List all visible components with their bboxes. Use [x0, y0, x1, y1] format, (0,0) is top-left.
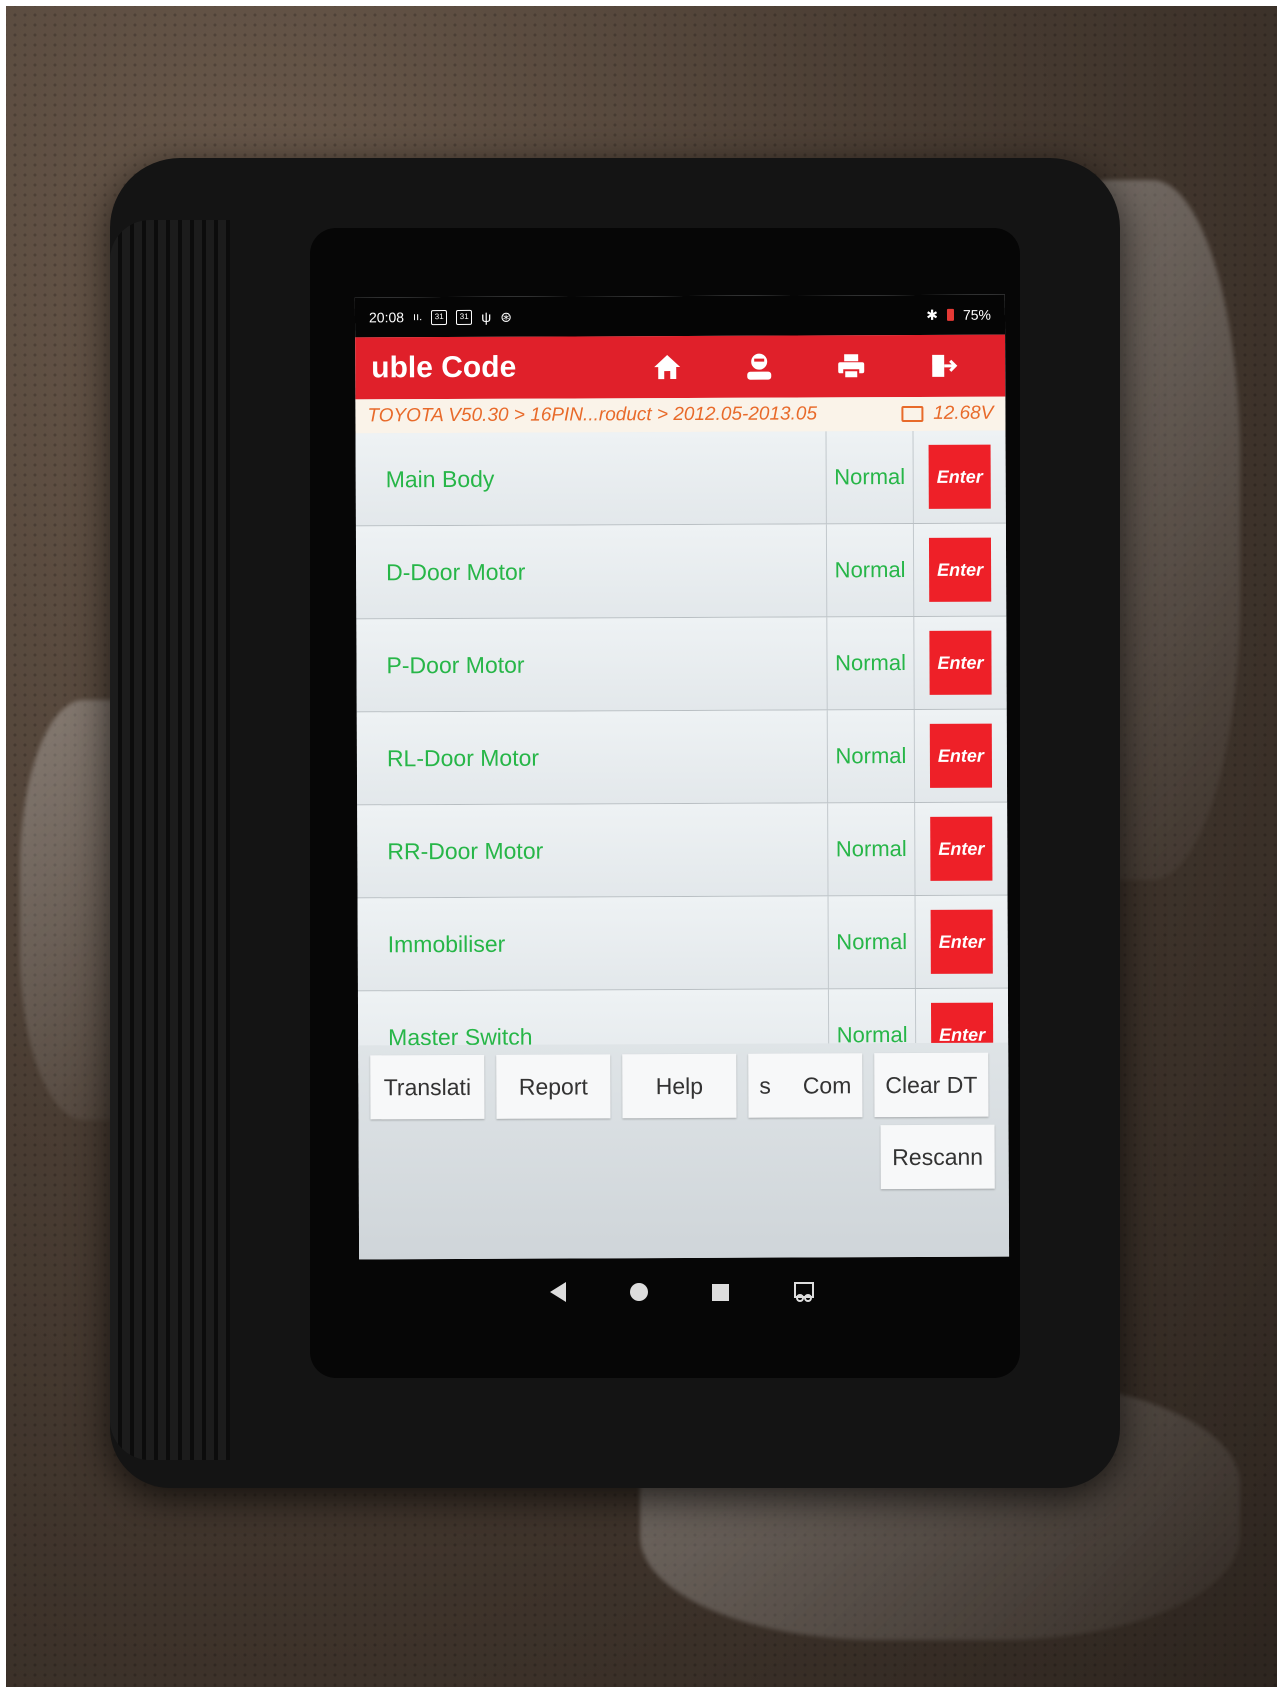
- compare-button[interactable]: s Com: [748, 1053, 863, 1118]
- report-button[interactable]: Report: [496, 1054, 611, 1119]
- device-screen: 20:08 ıı. 31 31 ψ ⊛ ✱ 75% uble Code TOYO…: [354, 294, 1010, 1260]
- system-name: Immobiliser: [357, 896, 829, 991]
- enter-button[interactable]: Enter: [928, 444, 991, 509]
- screenshot-icon[interactable]: [793, 1281, 815, 1303]
- system-name: RL-Door Motor: [356, 710, 829, 805]
- battery-icon: [946, 308, 954, 321]
- table-row: P-Door Motor Normal Enter: [356, 616, 1007, 713]
- translate-button[interactable]: Translati: [370, 1054, 485, 1120]
- signal-icon: ıı.: [413, 311, 423, 324]
- system-status: Normal: [828, 802, 916, 896]
- action-bar: Translati Report Help s Com Clear DT Res…: [358, 1042, 1010, 1260]
- app-header: uble Code: [355, 334, 1006, 400]
- enter-button[interactable]: Enter: [928, 537, 992, 602]
- print-icon[interactable]: [832, 347, 870, 385]
- calendar-icon: 31: [431, 309, 448, 325]
- settings-icon: ⊛: [500, 308, 512, 325]
- table-row: D-Door Motor Normal Enter: [355, 523, 1007, 620]
- system-name: RR-Door Motor: [357, 803, 829, 898]
- system-status: Normal: [828, 895, 916, 989]
- back-icon[interactable]: [549, 1282, 566, 1302]
- page-title: uble Code: [371, 350, 517, 385]
- enter-button[interactable]: Enter: [930, 909, 993, 974]
- help-button[interactable]: Help: [622, 1053, 737, 1119]
- clear-dtc-button[interactable]: Clear DT: [874, 1052, 989, 1118]
- status-bar: 20:08 ıı. 31 31 ψ ⊛ ✱ 75%: [354, 294, 1006, 338]
- table-row: Immobiliser Normal Enter: [357, 895, 1008, 992]
- enter-button[interactable]: Enter: [929, 723, 993, 788]
- system-name: D-Door Motor: [355, 524, 828, 619]
- system-status: Normal: [826, 523, 915, 617]
- enter-button[interactable]: Enter: [929, 630, 992, 695]
- battery-voltage: 12.68V: [933, 402, 994, 424]
- battery-level: 75%: [962, 306, 992, 323]
- exit-icon[interactable]: [924, 347, 962, 385]
- car-battery-icon: [901, 405, 924, 423]
- calendar-icon: 31: [456, 309, 473, 325]
- bluetooth-icon: ✱: [926, 306, 938, 323]
- usb-icon: ψ: [481, 308, 492, 325]
- system-name: P-Door Motor: [356, 617, 828, 712]
- home-icon[interactable]: [648, 348, 686, 386]
- system-name: Main Body: [355, 431, 827, 526]
- breadcrumb: TOYOTA V50.30 > 16PIN...roduct > 2012.05…: [355, 396, 1006, 434]
- android-nav-bar: [357, 1262, 1007, 1322]
- system-status: Normal: [827, 616, 915, 710]
- system-status: Normal: [827, 709, 916, 803]
- table-row: RR-Door Motor Normal Enter: [357, 802, 1008, 899]
- table-row: RL-Door Motor Normal Enter: [356, 709, 1008, 806]
- table-row: Main Body Normal Enter: [355, 430, 1006, 527]
- home-nav-icon[interactable]: [629, 1283, 648, 1301]
- breadcrumb-path: TOYOTA V50.30 > 16PIN...roduct > 2012.05…: [367, 403, 818, 427]
- system-list: Main Body Normal Enter D-Door Motor Norm…: [355, 430, 1009, 1085]
- recent-apps-icon[interactable]: [711, 1283, 729, 1301]
- enter-button[interactable]: Enter: [930, 816, 993, 881]
- system-status: Normal: [826, 430, 914, 524]
- user-icon[interactable]: [740, 348, 778, 386]
- tablet-grip: [110, 220, 230, 1460]
- clock: 20:08: [368, 309, 405, 326]
- rescan-button[interactable]: Rescann: [880, 1124, 995, 1190]
